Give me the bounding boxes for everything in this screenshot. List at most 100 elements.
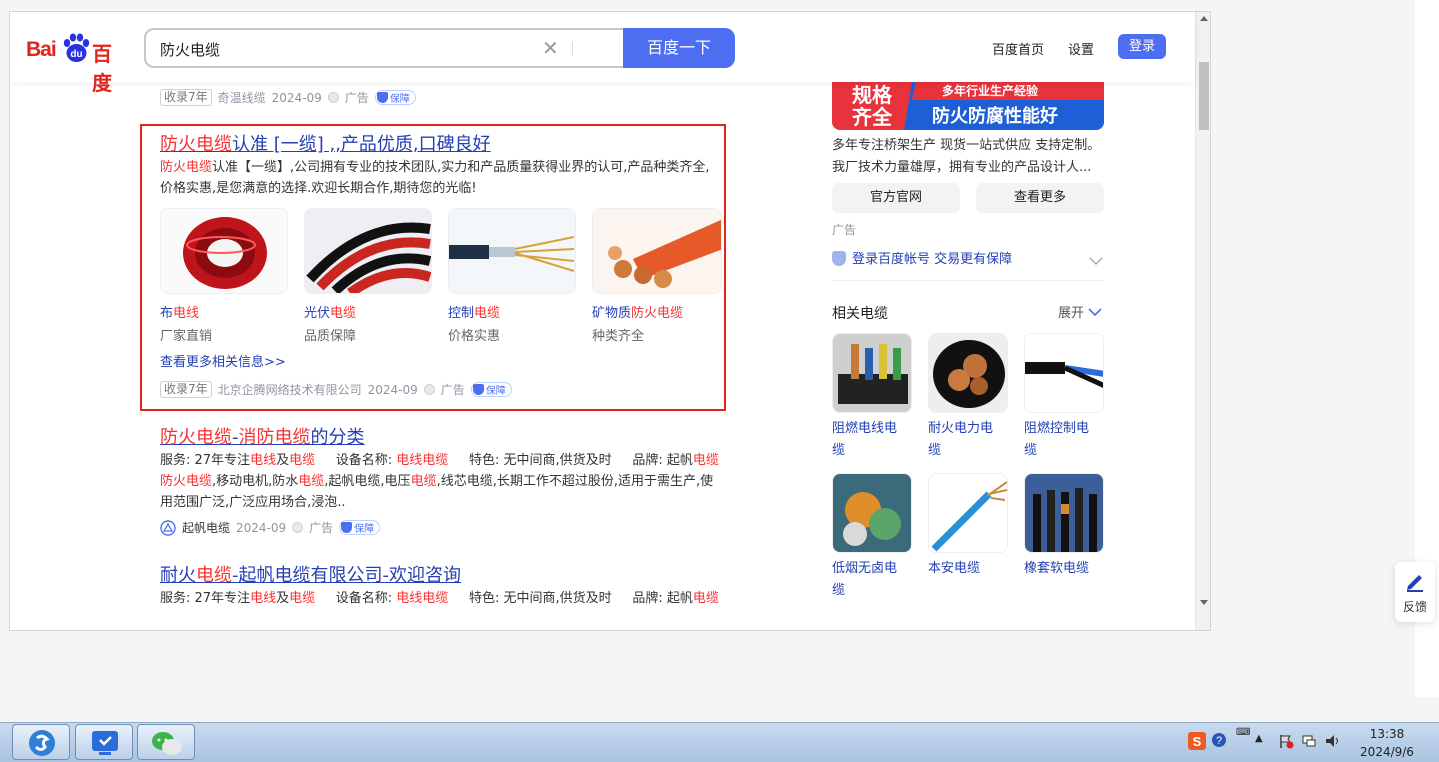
browser-icon [29, 730, 55, 756]
taskbar-wechat[interactable] [137, 724, 195, 760]
related-label-2[interactable]: 耐火电力电缆 [928, 418, 1012, 462]
ad-label: 广告 [440, 383, 465, 397]
related-image-1[interactable] [832, 333, 912, 413]
guarantee-label: 保障 [354, 524, 375, 535]
desc-keyword: 防火电缆 [160, 160, 213, 175]
product-name-2[interactable]: 光伏电缆 [304, 302, 356, 321]
index-age-badge: 收录7年 [160, 381, 212, 398]
source-date: 2024-09 [236, 520, 287, 535]
result1-meta: 收录7年 北京企腾网络技术有限公司 2024-09 广告 保障 [160, 381, 512, 398]
browser-window: Bai du 百度 防火电缆 ✕ 百度一下 百度首页 设置 登录 收录7年 奇温… [9, 11, 1211, 631]
nav-home-link[interactable]: 百度首页 [992, 39, 1044, 58]
related-label-4[interactable]: 低烟无卤电缆 [832, 558, 916, 602]
result2-line2: 防火电缆,移动电机,防水电缆,起帆电缆,电压电缆,线芯电缆,长期工作不超过股份,… [160, 474, 714, 489]
product-name-1[interactable]: 布电线 [160, 302, 199, 321]
baidu-logo[interactable]: Bai du 百度 [26, 33, 130, 95]
related-image-6[interactable] [1024, 473, 1104, 553]
clock-time: 13:38 [1369, 727, 1405, 741]
product-thumb-cable-red[interactable] [160, 208, 288, 294]
product-thumb-control-cable[interactable] [448, 208, 576, 294]
product-name-4[interactable]: 矿物质防火电缆 [592, 302, 683, 321]
shield-icon [472, 384, 484, 395]
chevron-down-icon [1088, 308, 1102, 317]
related-label-5[interactable]: 本安电缆 [928, 558, 1012, 580]
related-image-2[interactable] [928, 333, 1008, 413]
system-clock[interactable]: 13:38 2024/9/6 [1358, 725, 1416, 761]
source-name[interactable]: 起帆电缆 [182, 519, 230, 536]
search-input[interactable]: 防火电缆 ✕ [144, 28, 624, 68]
related-label-6[interactable]: 橡套软电缆 [1024, 558, 1108, 580]
desc-line1: 认准【一缆】,公司拥有专业的技术团队,实力和产品质量获得业界的认可,产品种类齐全… [212, 160, 710, 175]
network-icon[interactable] [1301, 733, 1317, 749]
product-name-3[interactable]: 控制电缆 [448, 302, 500, 321]
more-info-link[interactable]: 查看更多相关信息>> [160, 351, 286, 370]
scrollbar-thumb[interactable] [1199, 62, 1209, 130]
index-age-badge: 收录7年 [160, 89, 212, 106]
ad-banner[interactable]: 规格 齐全 多年行业生产经验 防火防腐性能好 [832, 82, 1104, 130]
result3-title[interactable]: 耐火电缆-起帆电缆有限公司-欢迎咨询 [160, 561, 461, 587]
right-divider [832, 280, 1104, 281]
product-thumb-pv-cable[interactable] [304, 208, 432, 294]
right-ad-label: 广告 [832, 223, 857, 237]
clear-icon[interactable]: ✕ [542, 36, 559, 60]
result2-title[interactable]: 防火电缆-消防电缆的分类 [160, 423, 365, 449]
login-tip-link[interactable]: 登录百度帐号 交易更有保障 [832, 249, 1012, 271]
scroll-up-icon[interactable] [1200, 16, 1208, 21]
search-divider [572, 42, 573, 56]
logo-bai: Bai [26, 38, 57, 61]
related-image-5[interactable] [928, 473, 1008, 553]
sogou-ime-icon[interactable]: S [1188, 732, 1206, 750]
product-thumb-mineral-cable[interactable] [592, 208, 722, 294]
chevron-down-icon[interactable] [1088, 256, 1104, 266]
result2-meta: 起帆电缆 2024-09 广告 保障 [160, 519, 381, 536]
product-sub-4: 种类齐全 [592, 329, 645, 344]
taskbar-sogou-browser[interactable] [12, 724, 70, 760]
related-label-1[interactable]: 阻燃电线电缆 [832, 418, 916, 462]
nav-settings-link[interactable]: 设置 [1068, 39, 1094, 58]
search-header: Bai du 百度 防火电缆 ✕ 百度一下 百度首页 设置 登录 [10, 12, 1195, 95]
login-button[interactable]: 登录 [1118, 34, 1166, 59]
expand-button[interactable]: 展开 [1058, 302, 1102, 321]
show-hidden-icons[interactable]: ▲ [1255, 733, 1263, 744]
shield-icon [341, 522, 353, 533]
baidu-paw-icon: du [63, 33, 90, 62]
info-icon[interactable] [423, 384, 435, 395]
scroll-down-icon[interactable] [1200, 600, 1208, 605]
svg-text:齐全: 齐全 [852, 105, 893, 129]
related-title: 相关电缆 [832, 306, 888, 322]
svg-text:多年行业生产经验: 多年行业生产经验 [942, 83, 1039, 98]
help-icon[interactable]: ? [1211, 732, 1227, 748]
keyboard-icon[interactable]: ⌨ [1236, 727, 1250, 738]
guarantee-badge[interactable]: 保障 [374, 90, 416, 105]
shield-icon [376, 92, 388, 103]
source-name[interactable]: 奇温线缆 [218, 89, 266, 106]
title-keyword: 防火电缆 [160, 134, 232, 155]
info-icon[interactable] [292, 522, 304, 533]
source-name[interactable]: 北京企腾网络技术有限公司 [218, 381, 362, 398]
edit-pen-icon [1407, 575, 1423, 592]
flag-icon[interactable] [1278, 733, 1294, 749]
info-icon[interactable] [327, 92, 339, 103]
vertical-scrollbar[interactable] [1195, 12, 1210, 630]
feedback-label: 反馈 [1402, 600, 1427, 614]
product-sub-3: 价格实惠 [448, 329, 501, 344]
search-query-text: 防火电缆 [160, 41, 221, 59]
ad-desc-line2: 我厂技术力量雄厚，拥有专业的产品设计人... [832, 160, 1092, 175]
result1-title[interactable]: 防火电缆认准 [一缆] ,,产品优质,口碑良好 [160, 130, 491, 156]
guarantee-label: 保障 [389, 94, 410, 105]
related-label-3[interactable]: 阻燃控制电缆 [1024, 418, 1108, 462]
view-more-button[interactable]: 查看更多 [976, 183, 1104, 213]
feedback-button[interactable]: 反馈 [1395, 562, 1435, 622]
search-button[interactable]: 百度一下 [623, 28, 735, 68]
result3-desc: 服务: 27年专注电线及电缆 设备名称: 电线电缆 特色: 无中间商,供货及时 … [160, 591, 719, 606]
guarantee-badge[interactable]: 保障 [339, 520, 381, 535]
ad-label: 广告 [309, 521, 334, 535]
official-site-button[interactable]: 官方官网 [832, 183, 960, 213]
desc-line2: 价格实惠,是您满意的选择.欢迎长期合作,期待您的光临! [160, 181, 477, 196]
guarantee-badge[interactable]: 保障 [470, 382, 512, 397]
related-image-4[interactable] [832, 473, 912, 553]
volume-icon[interactable] [1324, 733, 1342, 749]
taskbar-security-app[interactable] [75, 724, 133, 760]
product-sub-2: 品质保障 [304, 329, 357, 344]
related-image-3[interactable] [1024, 333, 1104, 413]
